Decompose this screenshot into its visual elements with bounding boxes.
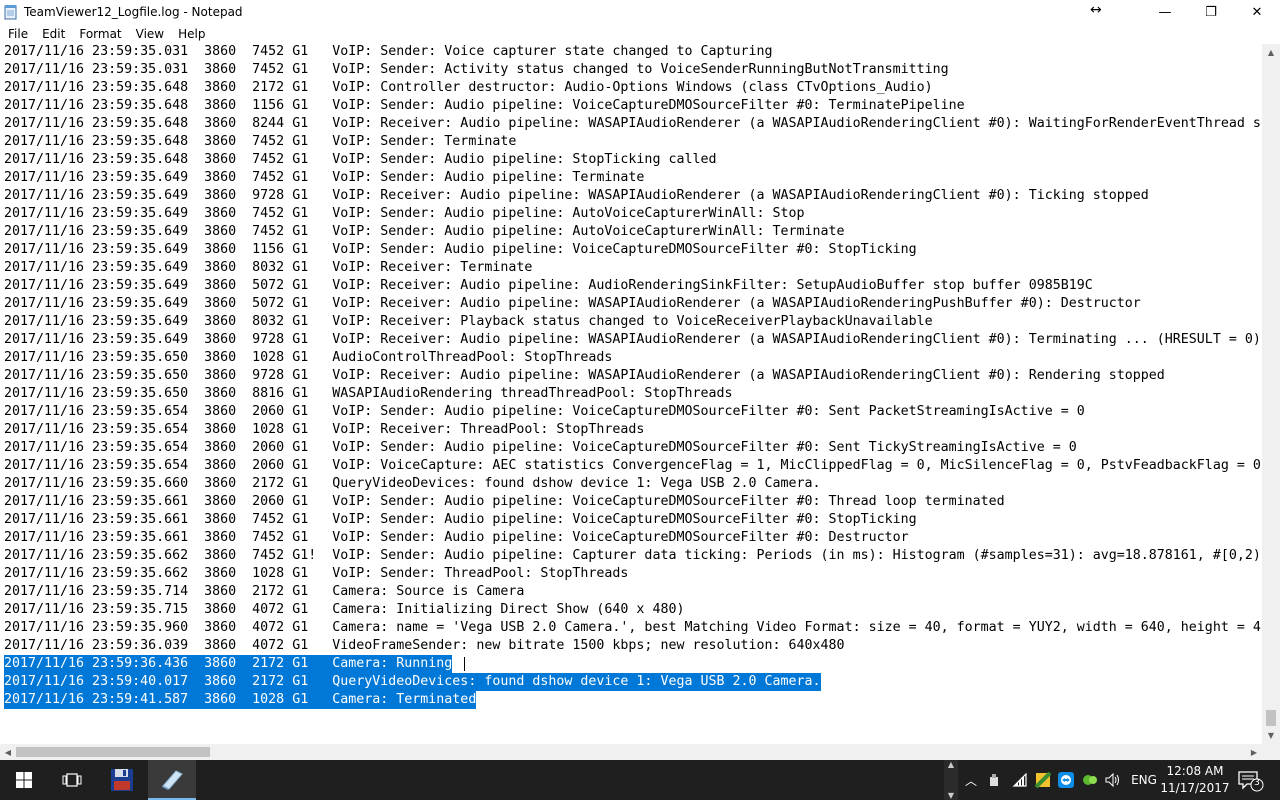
log-line: 2017/11/16 23:59:35.648 3860 8244 G1 VoI… xyxy=(4,116,1261,131)
close-icon: ✕ xyxy=(1251,4,1263,20)
log-line: 2017/11/16 23:59:35.649 3860 1156 G1 VoI… xyxy=(4,242,917,257)
log-line: 2017/11/16 23:59:35.650 3860 1028 G1 Aud… xyxy=(4,350,613,365)
notification-count: 3 xyxy=(1254,778,1260,788)
log-line: 2017/11/16 23:59:35.648 3860 2172 G1 VoI… xyxy=(4,80,933,95)
log-line: 2017/11/16 23:59:35.649 3860 5072 G1 VoI… xyxy=(4,296,1141,311)
scroll-up-icon[interactable]: ▲ xyxy=(1262,44,1280,61)
clock-time: 12:08 AM xyxy=(1166,764,1224,778)
log-line: 2017/11/16 23:59:35.031 3860 7452 G1 VoI… xyxy=(4,44,773,59)
menu-file[interactable]: File xyxy=(2,27,34,41)
log-line: 2017/11/16 23:59:35.649 3860 9728 G1 VoI… xyxy=(4,332,1261,347)
green-tray-icon[interactable] xyxy=(1079,760,1101,800)
log-line: 2017/11/16 23:59:35.649 3860 5072 G1 VoI… xyxy=(4,278,1093,293)
resize-cursor-icon: ↔ xyxy=(1090,2,1102,18)
usb-tray-icon[interactable] xyxy=(984,760,1004,800)
scrollbar-corner xyxy=(1262,744,1280,760)
notepad-icon xyxy=(4,4,18,20)
log-line: 2017/11/16 23:59:36.039 3860 4072 G1 Vid… xyxy=(4,638,845,653)
menu-format[interactable]: Format xyxy=(73,27,127,41)
minimize-icon: — xyxy=(1158,4,1172,20)
log-line: 2017/11/16 23:59:35.662 3860 7452 G1! Vo… xyxy=(4,548,1261,563)
log-line: 2017/11/16 23:59:35.649 3860 8032 G1 VoI… xyxy=(4,260,533,275)
system-clock[interactable]: 12:08 AM 11/17/2017 xyxy=(1160,763,1230,797)
log-line: 2017/11/16 23:59:35.649 3860 7452 G1 VoI… xyxy=(4,206,805,221)
taskbar-scroll[interactable]: ▲ ▼ xyxy=(944,760,958,800)
log-line: 2017/11/16 23:59:35.650 3860 8816 G1 WAS… xyxy=(4,386,733,401)
taskbar-app-notepad[interactable] xyxy=(148,760,196,800)
text-cursor xyxy=(464,657,465,671)
menu-edit[interactable]: Edit xyxy=(36,27,71,41)
start-button[interactable] xyxy=(0,760,48,800)
floppy-app-icon xyxy=(111,769,133,791)
menu-help[interactable]: Help xyxy=(172,27,211,41)
notepad-taskbar-icon xyxy=(162,770,183,790)
log-line: 2017/11/16 23:59:35.649 3860 9728 G1 VoI… xyxy=(4,188,1149,203)
log-line: 2017/11/16 23:59:35.031 3860 7452 G1 VoI… xyxy=(4,62,949,77)
scroll-left-icon[interactable]: ◀ xyxy=(0,744,16,760)
title-bar[interactable]: TeamViewer12_Logfile.log - Notepad ↔ — ❐… xyxy=(0,0,1280,24)
log-line: 2017/11/16 23:59:35.654 3860 1028 G1 VoI… xyxy=(4,422,645,437)
log-line: 2017/11/16 23:59:35.649 3860 7452 G1 VoI… xyxy=(4,224,845,239)
close-button[interactable]: ✕ xyxy=(1234,0,1280,24)
log-line: 2017/11/16 23:59:35.649 3860 7452 G1 VoI… xyxy=(4,170,645,185)
scroll-down-icon[interactable]: ▼ xyxy=(1262,727,1280,744)
menu-view[interactable]: View xyxy=(130,27,170,41)
taskbar-app-save[interactable] xyxy=(98,760,146,800)
window-title: TeamViewer12_Logfile.log - Notepad xyxy=(24,5,243,19)
scroll-right-icon[interactable]: ▶ xyxy=(1246,744,1262,760)
log-line: 2017/11/16 23:59:35.662 3860 1028 G1 VoI… xyxy=(4,566,629,581)
taskbar: ▲ ▼ ︿ ENG 12:08 AM 11/17/2017 3 xyxy=(0,760,1280,800)
selected-log-line: 2017/11/16 23:59:36.436 3860 2172 G1 Cam… xyxy=(4,655,453,673)
menu-bar: File Edit Format View Help xyxy=(0,24,1280,45)
horizontal-scroll-thumb[interactable] xyxy=(16,747,210,757)
selected-log-line: 2017/11/16 23:59:41.587 3860 1028 G1 Cam… xyxy=(4,691,477,709)
teamviewer-tray-icon[interactable] xyxy=(1055,760,1077,800)
log-line: 2017/11/16 23:59:35.660 3860 2172 G1 Que… xyxy=(4,476,821,491)
minimize-button[interactable]: — xyxy=(1142,0,1188,24)
log-line: 2017/11/16 23:59:35.650 3860 9728 G1 VoI… xyxy=(4,368,1165,383)
log-line: 2017/11/16 23:59:35.715 3860 4072 G1 Cam… xyxy=(4,602,685,617)
app-tray-icon[interactable] xyxy=(1032,760,1054,800)
task-view-icon xyxy=(62,773,82,787)
log-line: 2017/11/16 23:59:35.960 3860 4072 G1 Cam… xyxy=(4,620,1261,635)
text-editor[interactable]: 2017/11/16 23:59:35.031 3860 7452 G1 VoI… xyxy=(0,44,1262,744)
log-line: 2017/11/16 23:59:35.648 3860 1156 G1 VoI… xyxy=(4,98,965,113)
log-line: 2017/11/16 23:59:35.661 3860 7452 G1 VoI… xyxy=(4,512,917,527)
log-line: 2017/11/16 23:59:35.714 3860 2172 G1 Cam… xyxy=(4,584,525,599)
action-center-button[interactable]: 3 xyxy=(1238,770,1264,796)
windows-logo-icon xyxy=(16,772,32,788)
log-line: 2017/11/16 23:59:35.661 3860 2060 G1 VoI… xyxy=(4,494,1005,509)
log-line: 2017/11/16 23:59:35.654 3860 2060 G1 VoI… xyxy=(4,440,1077,455)
vertical-scroll-thumb[interactable] xyxy=(1266,710,1276,726)
restore-icon: ❐ xyxy=(1205,4,1217,20)
show-hidden-icons-button[interactable]: ︿ xyxy=(960,760,982,800)
horizontal-scrollbar[interactable]: ◀ ▶ xyxy=(0,744,1262,760)
log-line: 2017/11/16 23:59:35.648 3860 7452 G1 VoI… xyxy=(4,134,517,149)
vertical-scrollbar[interactable]: ▲ ▼ xyxy=(1262,44,1280,744)
language-indicator[interactable]: ENG xyxy=(1126,760,1162,800)
selected-log-line: 2017/11/16 23:59:40.017 3860 2172 G1 Que… xyxy=(4,673,821,691)
chevron-up-icon: ︿ xyxy=(964,773,977,788)
log-line: 2017/11/16 23:59:35.654 3860 2060 G1 VoI… xyxy=(4,404,1085,419)
task-view-button[interactable] xyxy=(48,760,96,800)
log-line: 2017/11/16 23:59:35.648 3860 7452 G1 VoI… xyxy=(4,152,717,167)
volume-icon[interactable] xyxy=(1102,760,1124,800)
maximize-button[interactable]: ❐ xyxy=(1188,0,1234,24)
log-line: 2017/11/16 23:59:35.654 3860 2060 G1 VoI… xyxy=(4,458,1261,473)
log-line: 2017/11/16 23:59:35.661 3860 7452 G1 VoI… xyxy=(4,530,909,545)
wifi-icon[interactable] xyxy=(1008,760,1032,800)
clock-date: 11/17/2017 xyxy=(1160,781,1230,795)
log-line: 2017/11/16 23:59:35.649 3860 8032 G1 VoI… xyxy=(4,314,933,329)
